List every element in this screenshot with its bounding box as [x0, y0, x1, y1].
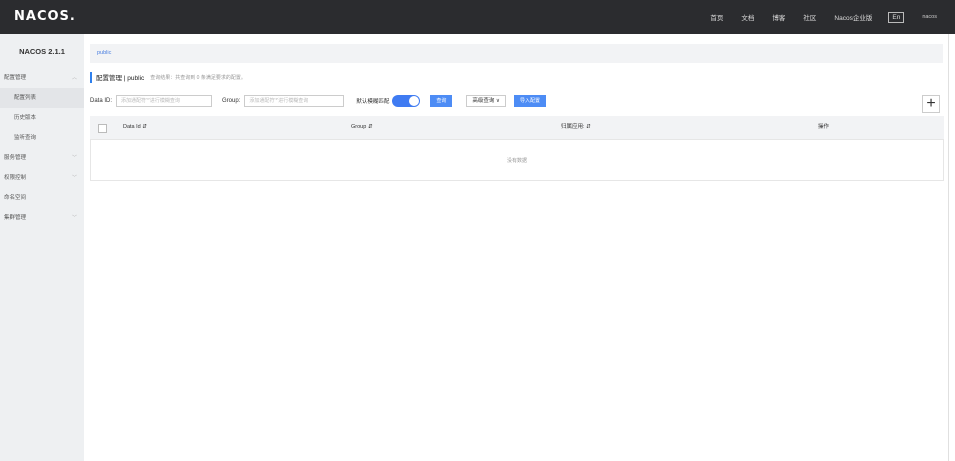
sidebar: NACOS 2.1.1 配置管理 ︿ 配置列表 历史版本 监听查询 服务管理 ﹀…: [0, 34, 84, 461]
data-id-label: Data ID:: [90, 98, 113, 104]
page-right-border: [948, 34, 949, 461]
sidebar-item-label: 服务管理: [4, 155, 27, 161]
sidebar-item-namespace[interactable]: 命名空间: [0, 188, 84, 208]
column-data-id[interactable]: Data Id ⇵: [123, 116, 147, 139]
nav-community-link[interactable]: 社区: [803, 12, 816, 22]
import-config-button[interactable]: 导入配置: [513, 95, 546, 107]
fuzzy-match-label: 默认模糊匹配: [356, 99, 390, 105]
sidebar-item-history[interactable]: 历史版本: [0, 108, 84, 128]
user-menu[interactable]: nacos: [922, 14, 937, 20]
sidebar-item-access-control[interactable]: 权限控制 ﹀: [0, 168, 84, 188]
sidebar-item-listener-query[interactable]: 监听查询: [0, 128, 84, 148]
table-header: Data Id ⇵ Group ⇵ 归属应用: ⇵ 操作: [90, 116, 944, 140]
main-content: public 配置管理 | public 查询结果：共查询到 0 条满足要求的配…: [84, 34, 952, 461]
advanced-query-button[interactable]: 高级查询 ∨: [466, 95, 506, 107]
sidebar-item-label: 权限控制: [4, 175, 27, 181]
group-label: Group:: [222, 98, 241, 104]
page-title: 配置管理 | public: [96, 75, 145, 82]
add-config-button[interactable]: +: [922, 95, 940, 113]
chevron-down-icon: ﹀: [71, 155, 77, 161]
sidebar-item-label: 配置列表: [14, 95, 37, 101]
sidebar-item-label: 配置管理: [4, 75, 27, 81]
data-id-input[interactable]: 添加通配符'*'进行模糊查询: [116, 95, 213, 107]
group-input[interactable]: 添加通配符'*'进行模糊查询: [244, 95, 345, 107]
top-bar: NACOS. 首页 文档 博客 社区 Nacos企业版 En nacos: [0, 0, 955, 34]
nacos-logo[interactable]: NACOS.: [14, 9, 76, 24]
empty-state-text: 没有数据: [506, 157, 527, 164]
sidebar-item-service-management[interactable]: 服务管理 ﹀: [0, 148, 84, 168]
namespace-public-link[interactable]: public: [97, 50, 111, 56]
sidebar-version-title: NACOS 2.1.1: [19, 46, 65, 56]
nav-blog-link[interactable]: 博客: [772, 12, 785, 22]
nav-docs-link[interactable]: 文档: [741, 12, 754, 22]
column-actions: 操作: [818, 124, 830, 130]
sidebar-item-label: 集群管理: [4, 215, 27, 221]
nav-home-link[interactable]: 首页: [710, 12, 723, 22]
fuzzy-match-toggle[interactable]: [392, 95, 421, 107]
top-nav: 首页 文档 博客 社区 Nacos企业版 En nacos: [692, 0, 937, 34]
chevron-down-icon: ﹀: [71, 175, 77, 181]
filter-row: Data ID: 添加通配符'*'进行模糊查询 Group: 添加通配符'*'进…: [90, 94, 560, 108]
page-title-row: 配置管理 | public 查询结果：共查询到 0 条满足要求的配置。: [90, 71, 246, 83]
sidebar-item-config-management[interactable]: 配置管理 ︿: [0, 68, 84, 88]
table-empty-body: 没有数据: [90, 140, 944, 181]
nav-enterprise-link[interactable]: Nacos企业版: [834, 12, 872, 22]
plus-icon: +: [926, 95, 936, 112]
select-all-checkbox[interactable]: [98, 124, 107, 133]
search-button[interactable]: 查询: [430, 95, 453, 107]
sidebar-item-config-list[interactable]: 配置列表: [0, 88, 84, 108]
column-group[interactable]: Group ⇵: [351, 116, 372, 139]
column-app[interactable]: 归属应用: ⇵: [561, 116, 591, 139]
query-result-text: 查询结果：共查询到 0 条满足要求的配置。: [150, 74, 246, 81]
chevron-up-icon: ︿: [71, 75, 77, 81]
title-accent-bar: [90, 71, 92, 83]
sidebar-item-label: 命名空间: [4, 195, 27, 201]
chevron-down-icon: ﹀: [71, 215, 77, 221]
language-switch-button[interactable]: En: [888, 11, 905, 23]
sidebar-item-label: 监听查询: [14, 135, 37, 141]
config-table: Data Id ⇵ Group ⇵ 归属应用: ⇵ 操作 没有数据: [90, 116, 944, 181]
sidebar-item-label: 历史版本: [14, 115, 37, 121]
sidebar-item-cluster-management[interactable]: 集群管理 ﹀: [0, 208, 84, 228]
namespace-bar: public: [90, 44, 943, 63]
